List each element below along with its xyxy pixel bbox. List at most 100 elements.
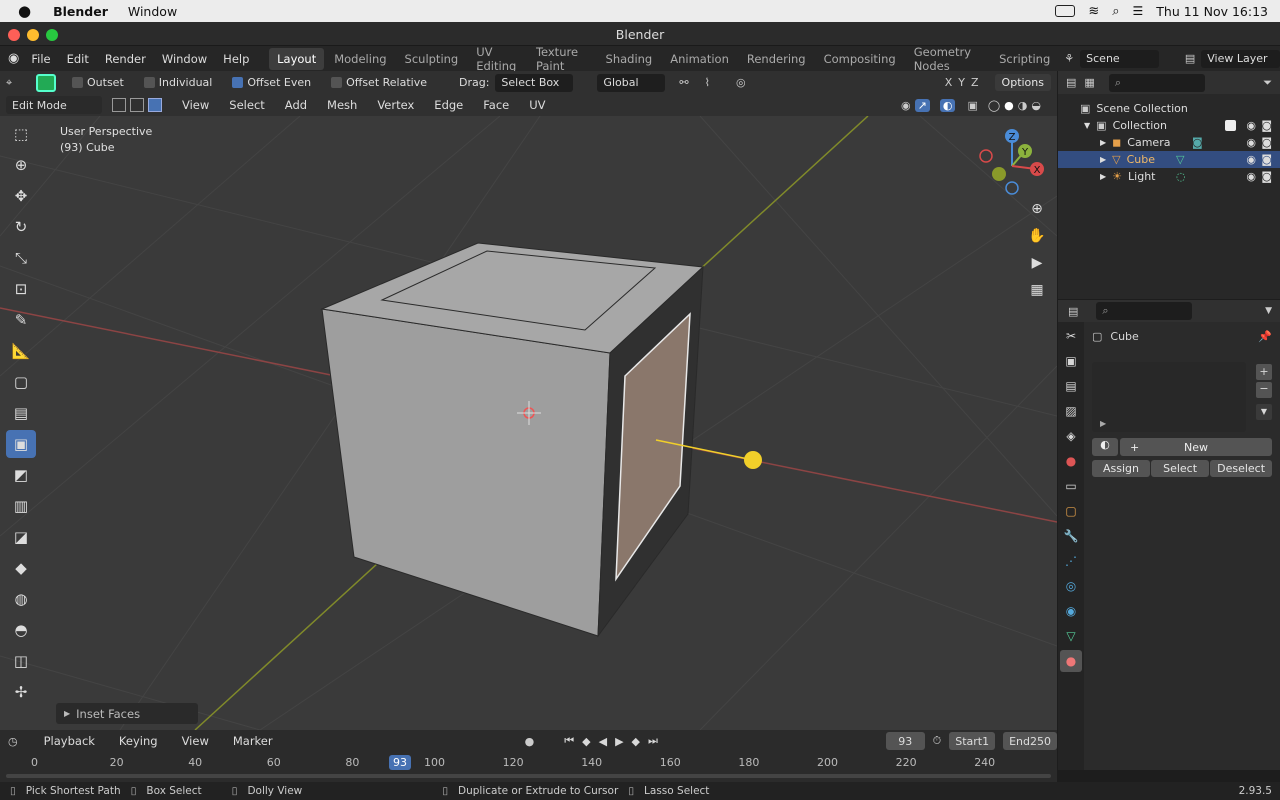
navigation-gizmo[interactable]: Z Y X: [972, 126, 1052, 206]
menu-marker[interactable]: Marker: [225, 734, 281, 748]
timeline-ruler[interactable]: 240 220 200 180 160 140 120 100 80 60 40 20 0 93: [0, 752, 1057, 772]
properties-search-input[interactable]: ⌕: [1096, 302, 1193, 320]
jump-keyframe-back-icon[interactable]: ◆: [582, 735, 590, 748]
outliner-row-camera[interactable]: ▶ ◼ Camera ◙ ◉ ◙: [1058, 134, 1280, 151]
tab-layout[interactable]: Layout: [269, 47, 325, 70]
snap-icon[interactable]: ⌇: [705, 76, 710, 89]
outset-checkbox[interactable]: Outset: [72, 76, 124, 89]
menu-face[interactable]: Face: [475, 98, 517, 112]
wireframe-shading-icon[interactable]: ◯: [988, 99, 1000, 112]
scene-selector[interactable]: Scene: [1080, 49, 1159, 68]
new-material-button[interactable]: + New: [1120, 438, 1272, 456]
material-browse-icon[interactable]: ◐: [1092, 438, 1118, 456]
mode-selector[interactable]: Edit Mode: [6, 96, 102, 114]
smooth-tool-icon[interactable]: ◓: [6, 616, 36, 644]
tab-shading[interactable]: Shading: [598, 48, 661, 70]
menu-view[interactable]: View: [174, 98, 217, 112]
modifier-tab-icon[interactable]: 🔧: [1060, 525, 1082, 547]
eye-icon[interactable]: ◉: [1246, 119, 1256, 132]
cursor-tool-icon[interactable]: ⌖: [6, 76, 30, 90]
transform-tool-icon[interactable]: ⊡: [6, 275, 36, 303]
include-checkbox[interactable]: [1225, 120, 1236, 131]
physics-tab-icon[interactable]: ◎: [1060, 575, 1082, 597]
tab-sculpting[interactable]: Sculpting: [397, 48, 467, 70]
add-slot-button[interactable]: +: [1256, 364, 1272, 380]
select-box-tool-icon[interactable]: ⬚: [6, 120, 36, 148]
menu-help[interactable]: Help: [215, 52, 257, 66]
eye-icon[interactable]: ◉: [1246, 170, 1256, 183]
editor-type-icon[interactable]: ◷: [8, 735, 18, 748]
menu-keying[interactable]: Keying: [111, 734, 166, 748]
scene-icon[interactable]: ⚘: [1064, 52, 1074, 65]
object-tab-icon[interactable]: ▢: [1060, 500, 1082, 522]
inset-faces-tool-icon[interactable]: ▣: [6, 430, 36, 458]
display-mode-icon[interactable]: ▦: [1084, 76, 1094, 89]
inset-tool-icon[interactable]: [36, 73, 56, 92]
outliner-row-cube[interactable]: ▶ ▽ Cube ▽ ◉ ◙: [1058, 151, 1280, 168]
editor-type-icon[interactable]: ▤: [1066, 76, 1076, 89]
tool-tab-icon[interactable]: ✂: [1060, 325, 1082, 347]
gizmo-toggle-icon[interactable]: ↗: [914, 98, 930, 112]
options-dropdown[interactable]: Options: [994, 74, 1051, 91]
rotate-tool-icon[interactable]: ↻: [6, 213, 36, 241]
particles-tab-icon[interactable]: ⋰: [1060, 550, 1082, 572]
vertex-select-icon[interactable]: [112, 98, 126, 112]
last-operator-panel[interactable]: ▶ Inset Faces: [56, 703, 198, 724]
extrude-tool-icon[interactable]: ▤: [6, 399, 36, 427]
data-tab-icon[interactable]: ▽: [1060, 625, 1082, 647]
transform-orientation-select[interactable]: Global: [597, 73, 666, 92]
collection-tab-icon[interactable]: ▭: [1060, 475, 1082, 497]
eye-icon[interactable]: ◉: [1246, 136, 1256, 149]
ortho-toggle-icon[interactable]: ▦: [1026, 279, 1048, 301]
overlay-toggle-icon[interactable]: ◐: [939, 98, 956, 112]
material-shading-icon[interactable]: ◑: [1018, 99, 1028, 112]
output-tab-icon[interactable]: ▤: [1060, 375, 1082, 397]
start-frame-field[interactable]: Start 1: [949, 732, 996, 750]
pivot-icon[interactable]: ⚯: [679, 76, 688, 89]
scale-tool-icon[interactable]: ⤡: [6, 244, 36, 272]
chevron-down-icon[interactable]: ▼: [1265, 306, 1272, 316]
menu-uv[interactable]: UV: [521, 98, 553, 112]
menu-edge[interactable]: Edge: [426, 98, 471, 112]
outliner-row-scene-collection[interactable]: ▣ Scene Collection: [1058, 100, 1280, 117]
poly-build-tool-icon[interactable]: ◆: [6, 554, 36, 582]
window-menu[interactable]: Window: [128, 4, 177, 19]
offset-even-checkbox[interactable]: Offset Even: [232, 76, 311, 89]
select-button[interactable]: Select: [1151, 460, 1210, 477]
outliner-search-input[interactable]: ⌕: [1108, 73, 1205, 92]
move-tool-icon[interactable]: ✥: [6, 182, 36, 210]
menu-file[interactable]: File: [23, 52, 58, 66]
menu-timeline-view[interactable]: View: [174, 734, 217, 748]
play-reverse-icon[interactable]: ◀: [599, 735, 607, 748]
zoom-view-icon[interactable]: ⊕: [1026, 198, 1048, 220]
rendered-shading-icon[interactable]: ◒: [1031, 99, 1041, 112]
menu-add[interactable]: Add: [277, 98, 315, 112]
xray-toggle-icon[interactable]: ▣: [967, 99, 977, 112]
solid-shading-icon[interactable]: ●: [1004, 99, 1014, 112]
menu-mesh[interactable]: Mesh: [319, 98, 365, 112]
menu-vertex[interactable]: Vertex: [369, 98, 422, 112]
jump-start-icon[interactable]: ⏮: [564, 734, 574, 748]
battery-icon[interactable]: [1055, 5, 1076, 17]
view-layer-selector[interactable]: View Layer: [1201, 49, 1280, 68]
assign-button[interactable]: Assign: [1092, 460, 1151, 477]
stopwatch-icon[interactable]: ⏱: [933, 734, 942, 748]
edge-slide-tool-icon[interactable]: ◫: [6, 647, 36, 675]
editor-type-icon[interactable]: ▤: [1068, 305, 1078, 318]
wifi-icon[interactable]: ≋: [1088, 4, 1099, 19]
loop-cut-tool-icon[interactable]: ▥: [6, 492, 36, 520]
mirror-y-toggle[interactable]: Y: [958, 76, 965, 89]
control-center-icon[interactable]: ☰: [1133, 4, 1144, 18]
knife-tool-icon[interactable]: ◪: [6, 523, 36, 551]
eye-icon[interactable]: ◉: [1246, 153, 1256, 166]
scene-tab-icon[interactable]: ◈: [1060, 425, 1082, 447]
drag-select[interactable]: Select Box: [495, 73, 574, 92]
outliner-row-light[interactable]: ▶ ☀ Light ◌ ◉ ◙: [1058, 168, 1280, 185]
spin-tool-icon[interactable]: ◍: [6, 585, 36, 613]
search-icon[interactable]: ⌕: [1112, 4, 1119, 19]
light-object[interactable]: [744, 451, 762, 469]
edge-select-icon[interactable]: [130, 98, 144, 112]
frame-indicator[interactable]: 93: [389, 755, 411, 770]
menu-window[interactable]: Window: [154, 52, 215, 66]
pan-view-icon[interactable]: ✋: [1026, 225, 1048, 247]
